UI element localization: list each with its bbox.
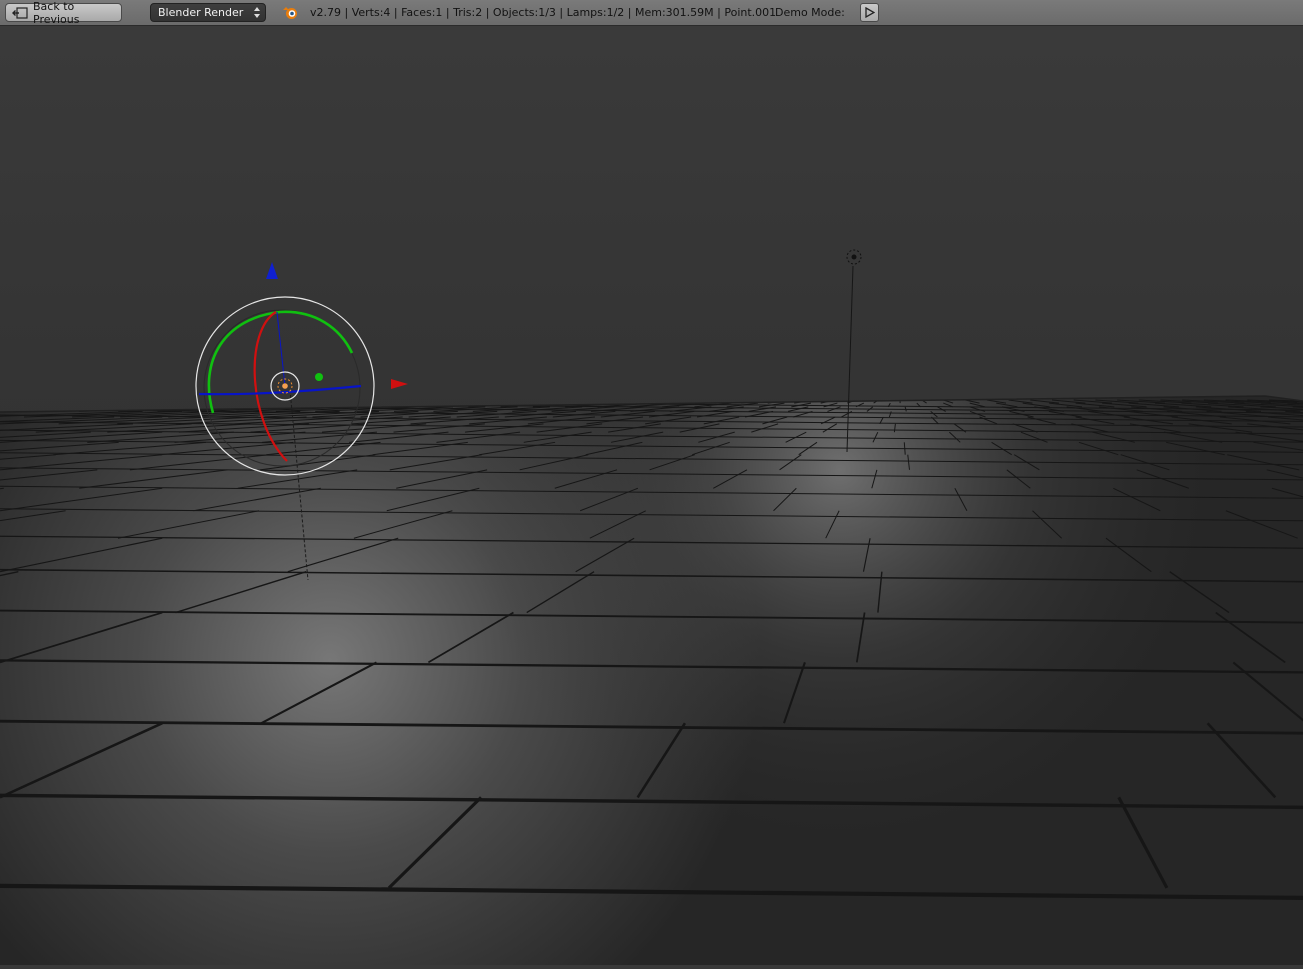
blender-logo-icon [282,5,299,20]
dropdown-arrows-icon [254,6,260,19]
render-engine-dropdown[interactable]: Blender Render [150,3,266,22]
play-icon [864,7,875,18]
back-to-previous-label: Back to Previous [33,0,121,26]
back-arrow-icon [12,7,28,19]
info-header: Back to Previous Blender Render v2.79 | … [0,0,1303,26]
back-to-previous-button[interactable]: Back to Previous [5,3,122,22]
tiled-floor [0,390,1303,965]
demo-mode-play-button[interactable] [860,3,879,22]
demo-mode-label: Demo Mode: [775,6,845,19]
render-engine-label: Blender Render [158,6,243,19]
3d-viewport[interactable] [0,26,1303,965]
background-wall [0,26,1303,426]
viewport-scene[interactable] [0,26,1303,965]
scene-statistics: v2.79 | Verts:4 | Faces:1 | Tris:2 | Obj… [310,6,776,19]
